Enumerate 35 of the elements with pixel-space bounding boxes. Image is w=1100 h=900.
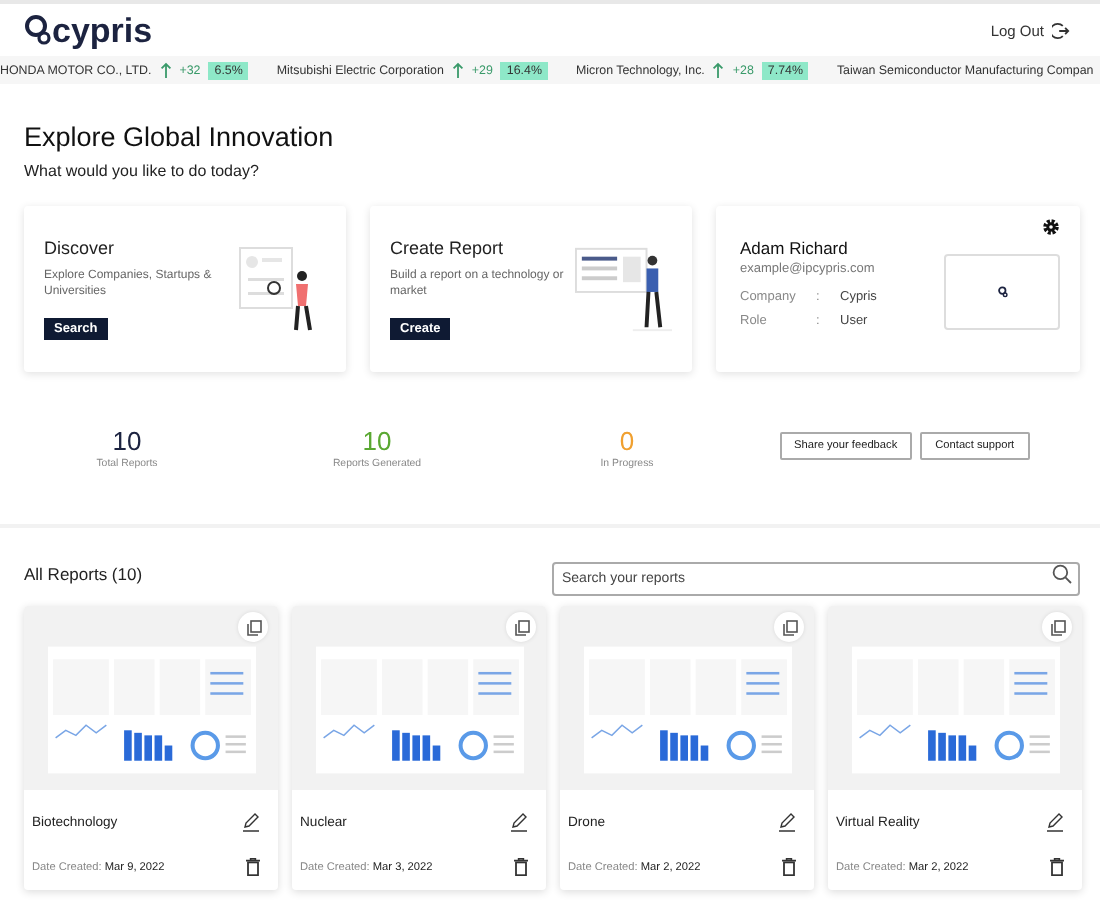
- edit-icon[interactable]: [778, 812, 796, 832]
- edit-icon[interactable]: [242, 812, 260, 832]
- copy-button[interactable]: [774, 612, 804, 642]
- report-illustration-drawing: [574, 243, 672, 335]
- stat-value: 10: [362, 428, 392, 454]
- copy-button[interactable]: [1042, 612, 1072, 642]
- logout-icon: [1052, 21, 1070, 39]
- up-arrow-icon: [159, 62, 172, 78]
- card-title: Create Report: [390, 238, 504, 258]
- edit-icon[interactable]: [510, 812, 528, 832]
- user-name: Adam Richard: [740, 238, 850, 258]
- logo-icon: [997, 286, 1007, 298]
- delete-icon[interactable]: [246, 858, 260, 876]
- delete-icon[interactable]: [782, 858, 796, 876]
- page-subtitle: What would you like to do today?: [24, 162, 261, 180]
- page-title: Explore Global Innovation: [24, 122, 336, 152]
- up-arrow-icon: [712, 62, 725, 78]
- copy-icon: [781, 619, 797, 635]
- edit-icon[interactable]: [1046, 812, 1064, 832]
- copy-icon: [1049, 619, 1065, 635]
- up-arrow-icon: [451, 62, 464, 78]
- search-icon: [1052, 563, 1072, 583]
- copy-icon: [513, 619, 529, 635]
- section-title: All Reports (10): [24, 563, 143, 583]
- delete-icon[interactable]: [514, 858, 528, 876]
- copy-button[interactable]: [506, 612, 536, 642]
- stat-value: 10: [112, 428, 142, 454]
- copy-icon: [245, 619, 261, 635]
- logo-text: cypris: [52, 13, 153, 47]
- copy-button[interactable]: [238, 612, 268, 642]
- card-title: Discover: [44, 238, 115, 258]
- settings-icon[interactable]: [1042, 218, 1060, 236]
- logo-icon: [24, 14, 52, 46]
- stat-value: 0: [619, 428, 635, 454]
- delete-icon[interactable]: [1050, 858, 1064, 876]
